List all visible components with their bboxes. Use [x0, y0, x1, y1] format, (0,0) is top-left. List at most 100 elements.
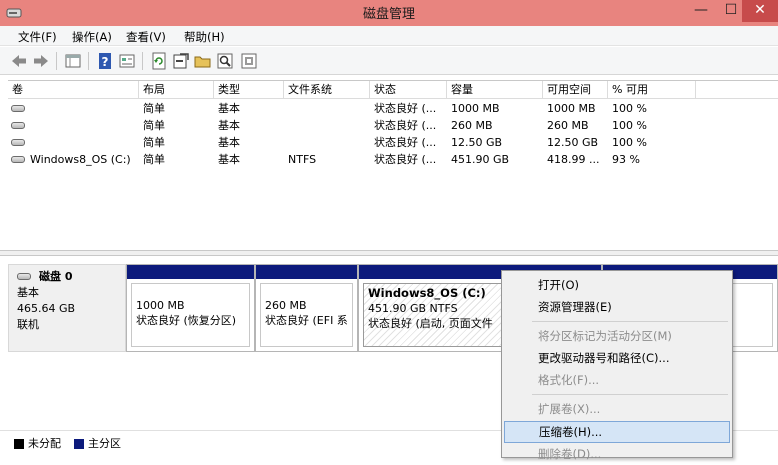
volume-status: 状态良好 (... — [374, 153, 437, 166]
disk-0-label[interactable]: 磁盘 0 基本 465.64 GB 联机 — [8, 264, 126, 352]
window-title: 磁盘管理 — [362, 7, 415, 22]
pane-splitter[interactable] — [0, 250, 778, 256]
refresh-icon[interactable] — [150, 52, 168, 70]
menu-item-open[interactable]: 打开(O) — [504, 274, 730, 296]
legend-swatch-primary — [74, 439, 84, 449]
menu-item-extend-volume[interactable]: 扩展卷(X)... — [504, 398, 730, 420]
toolbar: ? — [0, 47, 778, 75]
settings-icon[interactable] — [240, 52, 258, 70]
rescan-icon[interactable] — [172, 52, 190, 70]
toolbar-separator — [142, 52, 143, 70]
disk-state: 联机 — [17, 318, 39, 331]
menu-action[interactable]: 操作(A) — [72, 29, 112, 45]
open-folder-icon[interactable] — [194, 52, 212, 70]
menu-item-change-drive-letter[interactable]: 更改驱动器号和路径(C)... — [504, 347, 730, 369]
menu-view[interactable]: 查看(V) — [126, 29, 166, 45]
volume-list-header: 卷 布局 类型 文件系统 状态 容量 可用空间 % 可用 — [8, 81, 778, 99]
partition-recovery[interactable]: 1000 MB 状态良好 (恢复分区) — [126, 264, 255, 352]
close-button[interactable]: ✕ — [742, 0, 778, 22]
volume-row[interactable]: Windows8_OS (C:) 简单 基本 NTFS 状态良好 (... 45… — [8, 151, 778, 168]
column-header-status[interactable]: 状态 — [370, 81, 447, 99]
legend-swatch-unallocated — [14, 439, 24, 449]
volume-free-space: 12.50 GB — [547, 136, 599, 149]
volume-layout: 简单 — [143, 136, 165, 149]
volume-filesystem — [284, 117, 370, 134]
volume-type: 基本 — [218, 136, 240, 149]
volume-filesystem — [284, 100, 370, 117]
disk-size: 465.64 GB — [17, 302, 76, 315]
volume-type: 基本 — [218, 119, 240, 132]
volume-percent-free: 100 % — [612, 119, 647, 132]
volume-percent-free: 93 % — [612, 153, 640, 166]
column-header-filesystem[interactable]: 文件系统 — [284, 81, 370, 99]
context-menu: 打开(O) 资源管理器(E) 将分区标记为活动分区(M) 更改驱动器号和路径(C… — [501, 270, 733, 461]
volume-layout: 简单 — [143, 102, 165, 115]
forward-arrow-icon[interactable] — [32, 52, 50, 70]
menu-item-format[interactable]: 格式化(F)... — [504, 369, 730, 391]
partition-size: 260 MB — [265, 299, 307, 312]
volume-layout: 简单 — [143, 119, 165, 132]
menu-item-delete-volume[interactable]: 删除卷(D)... — [504, 443, 730, 465]
column-header-capacity[interactable]: 容量 — [447, 81, 543, 99]
partition-efi[interactable]: 260 MB 状态良好 (EFI 系 — [255, 264, 358, 352]
magnifier-icon[interactable] — [216, 52, 234, 70]
menu-bar: 文件(F) 操作(A) 查看(V) 帮助(H) — [0, 26, 778, 46]
menu-help[interactable]: 帮助(H) — [184, 29, 225, 45]
volume-capacity: 12.50 GB — [451, 136, 503, 149]
volume-filesystem — [284, 134, 370, 151]
volume-free-space: 260 MB — [547, 119, 589, 132]
volume-type: 基本 — [218, 102, 240, 115]
volume-row[interactable]: 简单 基本 状态良好 (... 1000 MB 1000 MB 100 % — [8, 100, 778, 117]
column-header-layout[interactable]: 布局 — [139, 81, 214, 99]
menu-item-explore[interactable]: 资源管理器(E) — [504, 296, 730, 318]
column-header-free-space[interactable]: 可用空间 — [543, 81, 608, 99]
title-bar: 磁盘管理 — ☐ ✕ — [0, 0, 778, 26]
partition-info: 1000 MB 状态良好 (恢复分区) — [131, 283, 250, 347]
column-header-percent-free[interactable]: % 可用 — [608, 81, 696, 99]
column-header-volume[interactable]: 卷 — [8, 81, 139, 99]
back-arrow-icon[interactable] — [10, 52, 28, 70]
column-header-type[interactable]: 类型 — [214, 81, 284, 99]
partition-size: 1000 MB — [136, 299, 185, 312]
volume-capacity: 451.90 GB — [451, 153, 510, 166]
disk-name-text: 磁盘 0 — [39, 270, 73, 283]
drive-icon — [11, 105, 25, 112]
properties-icon[interactable] — [118, 52, 136, 70]
volume-free-space: 1000 MB — [547, 102, 596, 115]
volume-list-icon[interactable] — [64, 52, 82, 70]
minimize-button[interactable]: — — [686, 0, 716, 22]
volume-name — [26, 134, 139, 151]
volume-row[interactable]: 简单 基本 状态良好 (... 12.50 GB 12.50 GB 100 % — [8, 134, 778, 151]
toolbar-separator — [56, 52, 57, 70]
volume-row[interactable]: 简单 基本 状态良好 (... 260 MB 260 MB 100 % — [8, 117, 778, 134]
volume-capacity: 260 MB — [451, 119, 493, 132]
volume-free-space: 418.99 ... — [547, 153, 600, 166]
volume-name — [26, 117, 139, 134]
legend-unallocated: 未分配 — [14, 437, 61, 451]
help-icon[interactable]: ? — [96, 52, 114, 70]
legend-label: 未分配 — [28, 437, 61, 450]
primary-partition-bar — [256, 265, 357, 279]
volume-layout: 简单 — [143, 153, 165, 166]
menu-item-mark-active[interactable]: 将分区标记为活动分区(M) — [504, 325, 730, 347]
disk-name: 磁盘 0 — [17, 269, 117, 285]
volume-percent-free: 100 % — [612, 136, 647, 149]
menu-item-shrink-volume[interactable]: 压缩卷(H)... — [504, 421, 730, 443]
svg-text:?: ? — [102, 55, 109, 69]
partition-status: 状态良好 (EFI 系 — [265, 314, 348, 327]
drive-icon — [17, 273, 31, 280]
volume-percent-free: 100 % — [612, 102, 647, 115]
drive-icon — [11, 139, 25, 146]
volume-name — [26, 100, 139, 117]
volume-list: 卷 布局 类型 文件系统 状态 容量 可用空间 % 可用 简单 基本 状态良好 … — [8, 80, 778, 250]
volume-status: 状态良好 (... — [374, 119, 437, 132]
drive-icon — [11, 156, 25, 163]
volume-type: 基本 — [218, 153, 240, 166]
legend-label: 主分区 — [88, 437, 121, 450]
disk-type: 基本 — [17, 286, 39, 299]
menu-file[interactable]: 文件(F) — [18, 29, 57, 45]
legend-primary: 主分区 — [74, 437, 121, 451]
volume-status: 状态良好 (... — [374, 136, 437, 149]
menu-separator — [532, 321, 728, 322]
primary-partition-bar — [127, 265, 254, 279]
